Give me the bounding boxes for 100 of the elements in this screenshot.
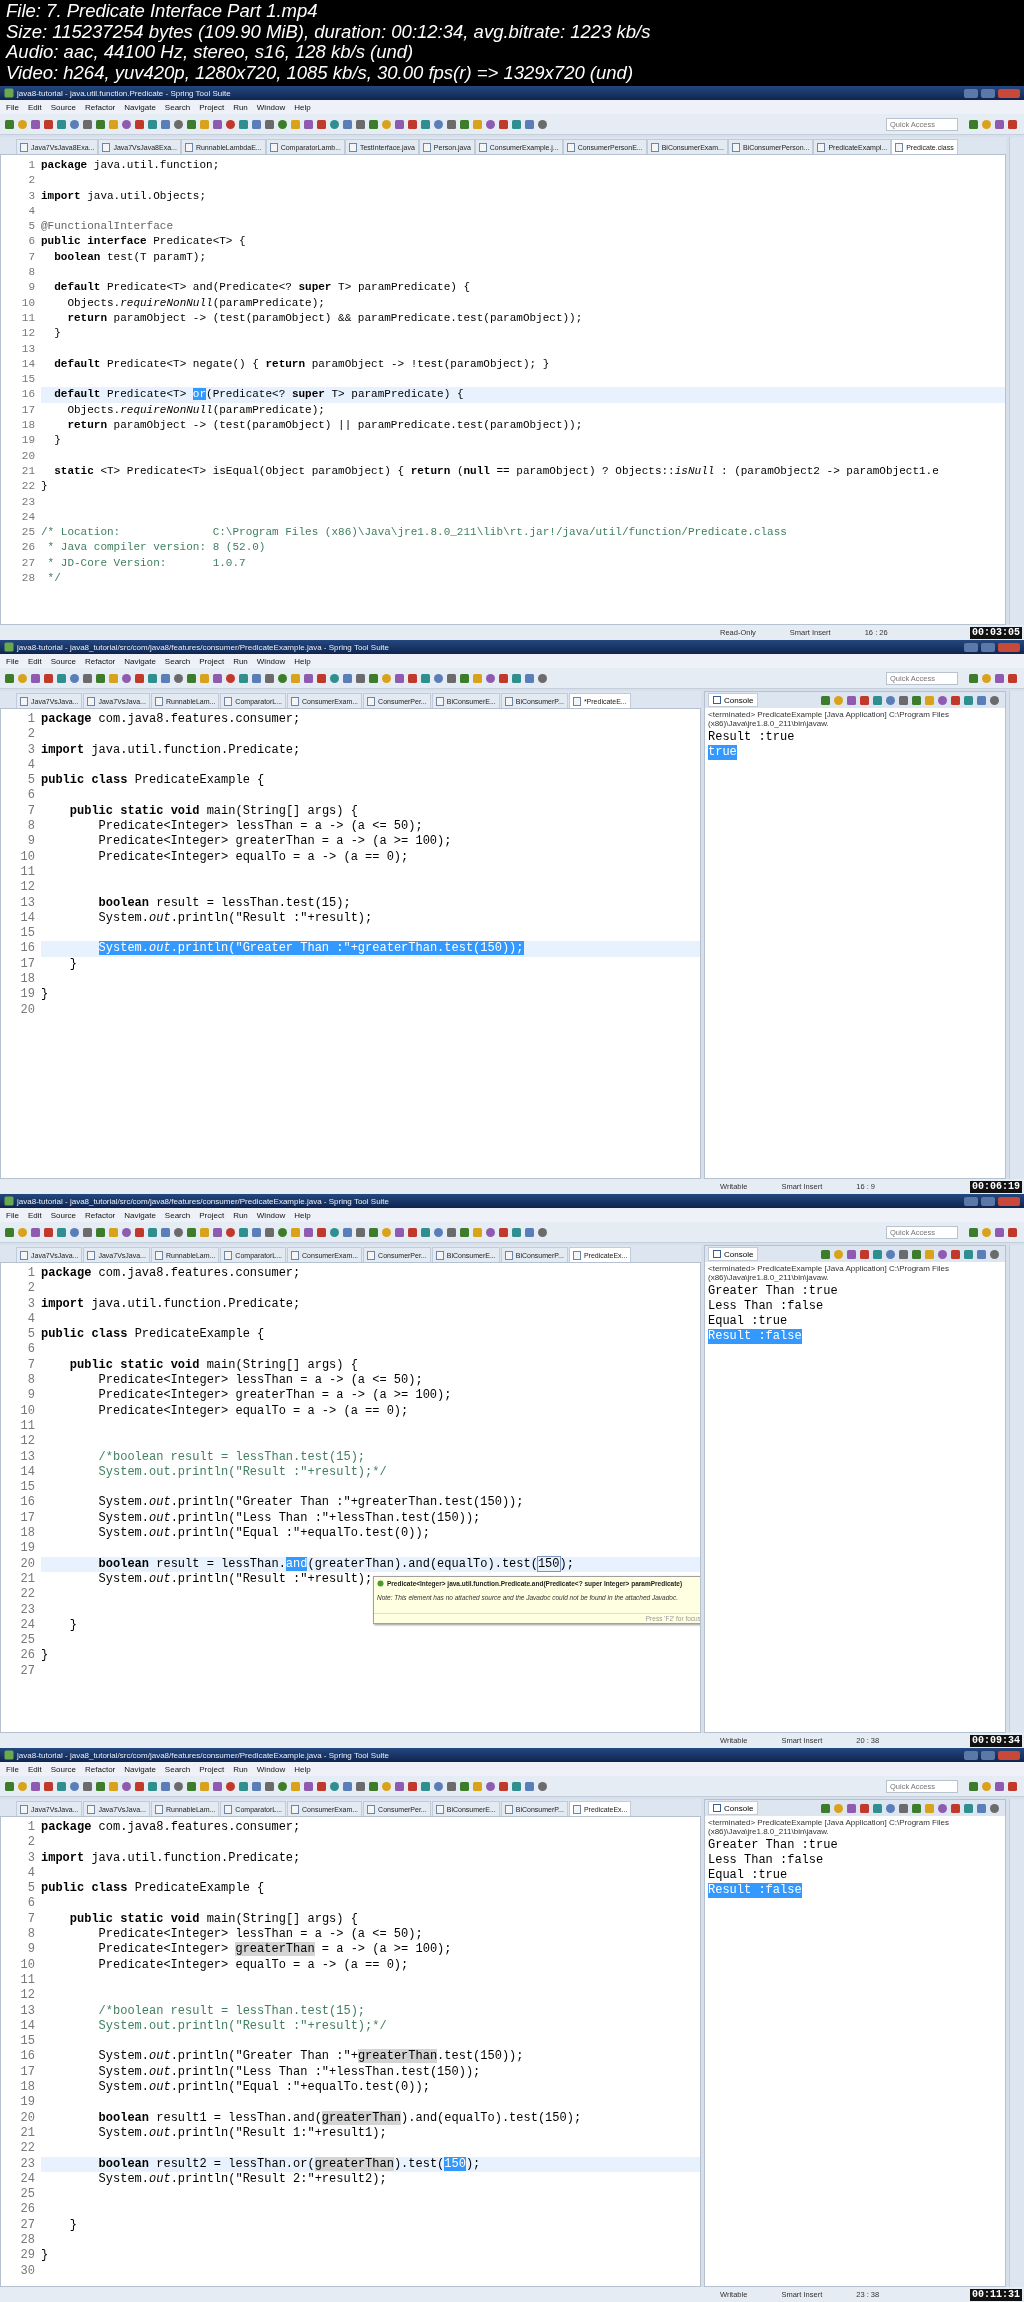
minimize-icon[interactable] (964, 1750, 978, 1760)
maximize-icon[interactable] (981, 1196, 995, 1206)
menu-item[interactable]: Window (256, 1764, 286, 1774)
maximize-icon[interactable] (981, 1750, 995, 1760)
menu-item[interactable]: Edit (27, 102, 42, 112)
menu-item[interactable]: Run (233, 1210, 248, 1220)
code-text: public interface Predicate<T> { (41, 235, 246, 248)
file-icon (435, 1804, 444, 1814)
menu-item[interactable]: Navigate (124, 102, 156, 112)
menu-item[interactable]: Window (256, 656, 286, 666)
menu-item[interactable]: File (6, 1764, 19, 1774)
menu-item[interactable]: Project (199, 102, 225, 112)
menu-item[interactable]: Source (50, 1764, 77, 1774)
console-tab[interactable]: Console (708, 1247, 759, 1261)
console-tab[interactable]: Console (708, 1801, 759, 1815)
menu-item[interactable]: Refactor (85, 102, 116, 112)
line-number: 12 (19, 1988, 36, 2004)
window-title: java8-tutorial - java8_tutorial/src/com/java8/features/consumer/PredicateExample.java - Spring Tool Suite (17, 642, 391, 652)
perspective-icons-drawing[interactable] (968, 118, 1020, 130)
menu-item[interactable]: Run (233, 656, 248, 666)
menu-item[interactable]: Navigate (124, 656, 156, 666)
console-toolbar-icons-drawing[interactable] (820, 694, 1002, 706)
menu-item[interactable]: Search (164, 656, 191, 666)
window-title: java8-tutorial - java8_tutorial/src/com/java8/features/consumer/PredicateExample.java - Spring Tool Suite (17, 1750, 391, 1760)
menu-item[interactable]: File (6, 1210, 19, 1220)
menu-item[interactable]: Search (164, 1210, 191, 1220)
code-text: (Predicate<? super T> paramPredicate) { (206, 388, 464, 401)
maximize-icon[interactable] (981, 88, 995, 98)
line-number: 25 (20, 525, 36, 541)
code-text: public class PredicateExample { (41, 1881, 265, 1896)
line-number: 19 (19, 2095, 36, 2111)
code-text: Predicate<Integer> (97, 1942, 230, 1957)
menu-item[interactable]: Window (256, 1210, 286, 1220)
line-number: 22 (19, 1587, 36, 1603)
code-text: Predicate<Integer> greaterThan = a -> (a >= 100); (97, 1388, 452, 1403)
perspective-icons-drawing[interactable] (968, 1780, 1020, 1792)
file-icon (102, 142, 111, 152)
menu-item[interactable]: Edit (27, 656, 42, 666)
window-title: java8-tutorial - java8_tutorial/src/com/java8/features/consumer/PredicateExample.java - Spring Tool Suite (17, 1196, 391, 1206)
menu-item[interactable]: Run (233, 102, 248, 112)
toolbar-icons-drawing[interactable] (4, 1226, 550, 1238)
file-icon (20, 696, 28, 706)
close-icon[interactable] (998, 1750, 1020, 1760)
code-text: System.out.println("Result 2:"+result2); (97, 2171, 387, 2186)
maximize-icon[interactable] (981, 642, 995, 652)
menu-item[interactable]: Window (256, 102, 286, 112)
menu-item[interactable]: Source (50, 656, 77, 666)
perspective-icons-drawing[interactable] (968, 672, 1020, 684)
minimize-icon[interactable] (964, 1196, 978, 1206)
menu-item[interactable]: Source (50, 1210, 77, 1220)
line-number: 15 (19, 926, 36, 942)
toolbar-icons-drawing[interactable] (4, 118, 550, 130)
menu-item[interactable]: Help (294, 1764, 311, 1774)
line-number: 20 (20, 448, 36, 464)
close-icon[interactable] (998, 642, 1020, 652)
console-output-line: Equal :true (708, 1868, 788, 1883)
code-text: System.out.println("Greater Than :"+ (97, 2049, 358, 2064)
minimize-icon[interactable] (964, 88, 978, 98)
menu-item[interactable]: Edit (27, 1764, 42, 1774)
menu-item[interactable]: Help (294, 1210, 311, 1220)
menu-item[interactable]: Navigate (124, 1210, 156, 1220)
minimize-icon[interactable] (964, 642, 978, 652)
close-icon[interactable] (998, 88, 1020, 98)
code-text: } (41, 480, 48, 493)
line-number: 15 (19, 1480, 36, 1496)
menu-item[interactable]: Navigate (124, 1764, 156, 1774)
console-output-line: Less Than :false (708, 1853, 824, 1868)
console-toolbar-icons-drawing[interactable] (820, 1248, 1002, 1260)
menu-item[interactable]: Search (164, 1764, 191, 1774)
menu-item[interactable]: Edit (27, 1210, 42, 1220)
menu-item[interactable]: Refactor (85, 656, 116, 666)
line-number: 17 (19, 1510, 36, 1527)
menu-item[interactable]: Project (199, 1210, 225, 1220)
perspective-icons-drawing[interactable] (968, 1226, 1020, 1238)
menu-item[interactable]: File (6, 656, 19, 666)
menu-item[interactable]: Source (50, 102, 77, 112)
menu-item[interactable]: Refactor (85, 1210, 116, 1220)
menu-item[interactable]: Project (199, 656, 225, 666)
code-text: boolean result1 = lessThan.and( (97, 2110, 322, 2125)
app-icon (4, 88, 14, 98)
menu-item[interactable]: Project (199, 1764, 225, 1774)
file-icon (348, 142, 357, 152)
toolbar-icons-drawing[interactable] (4, 672, 550, 684)
menu-item[interactable]: File (6, 102, 19, 112)
line-number: 28 (19, 2233, 36, 2249)
menu-item[interactable]: Search (164, 102, 191, 112)
menu-item[interactable]: Help (294, 656, 311, 666)
file-icon (87, 1804, 96, 1814)
close-icon[interactable] (998, 1196, 1020, 1206)
menu-item[interactable]: Run (233, 1764, 248, 1774)
menu-item[interactable]: Refactor (85, 1764, 116, 1774)
console-tab[interactable]: Console (708, 693, 759, 707)
console-toolbar-icons-drawing[interactable] (820, 1802, 1002, 1814)
line-number: 22 (19, 2141, 36, 2157)
code-text: } (53, 434, 61, 447)
menu-item[interactable]: Help (294, 102, 311, 112)
toolbar-icons-drawing[interactable] (4, 1780, 550, 1792)
line-number: 9 (27, 280, 36, 296)
method-icon (377, 1580, 384, 1587)
code-text: Predicate<Integer> lessThan = a -> (a <= 50); (97, 819, 423, 834)
